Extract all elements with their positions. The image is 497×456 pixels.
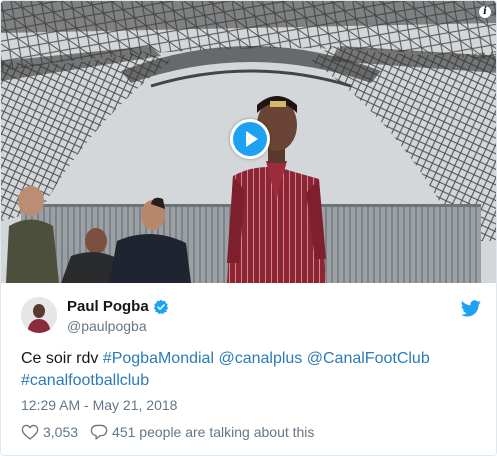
play-icon (246, 131, 258, 147)
display-name-row: Paul Pogba (67, 297, 169, 316)
like-count: 3,053 (43, 424, 79, 440)
display-name[interactable]: Paul Pogba (67, 298, 149, 315)
conversation-action[interactable]: 451 people are talking about this (90, 424, 314, 440)
heart-icon (21, 424, 39, 440)
speech-bubble-icon (90, 424, 108, 440)
mention-link[interactable]: @canalplus (218, 350, 302, 367)
talking-count: 451 people are talking about this (112, 424, 315, 440)
verified-badge-icon (153, 299, 168, 314)
video-thumbnail[interactable]: i (1, 1, 496, 283)
play-button-circle (233, 122, 267, 156)
tweet-author: Paul Pogba @paulpogba (21, 297, 481, 337)
tweet-text: Ce soir rdv #PogbaMondial @canalplus @Ca… (21, 348, 481, 392)
mention-link[interactable]: @CanalFootClub (307, 350, 430, 367)
hashtag-link[interactable]: #canalfootballclub (21, 372, 149, 389)
twitter-bird-icon[interactable] (461, 300, 481, 317)
play-button[interactable] (230, 119, 270, 159)
like-action[interactable]: 3,053 (21, 424, 78, 440)
hashtag-link[interactable]: #PogbaMondial (103, 350, 214, 367)
tweet-timestamp[interactable]: 12:29 AM - May 21, 2018 (21, 397, 177, 413)
tweet-actions: 3,053 451 people are talking about this (21, 424, 326, 440)
embedded-tweet: i Paul Pogba @paulpogba Ce soir rdv #Pog… (0, 0, 497, 456)
avatar-image (21, 297, 57, 333)
user-handle[interactable]: @paulpogba (67, 318, 169, 334)
tweet-text-segment: Ce soir rdv (21, 350, 103, 367)
avatar[interactable] (21, 297, 57, 333)
author-names: Paul Pogba @paulpogba (67, 297, 169, 334)
info-icon[interactable]: i (478, 5, 492, 19)
